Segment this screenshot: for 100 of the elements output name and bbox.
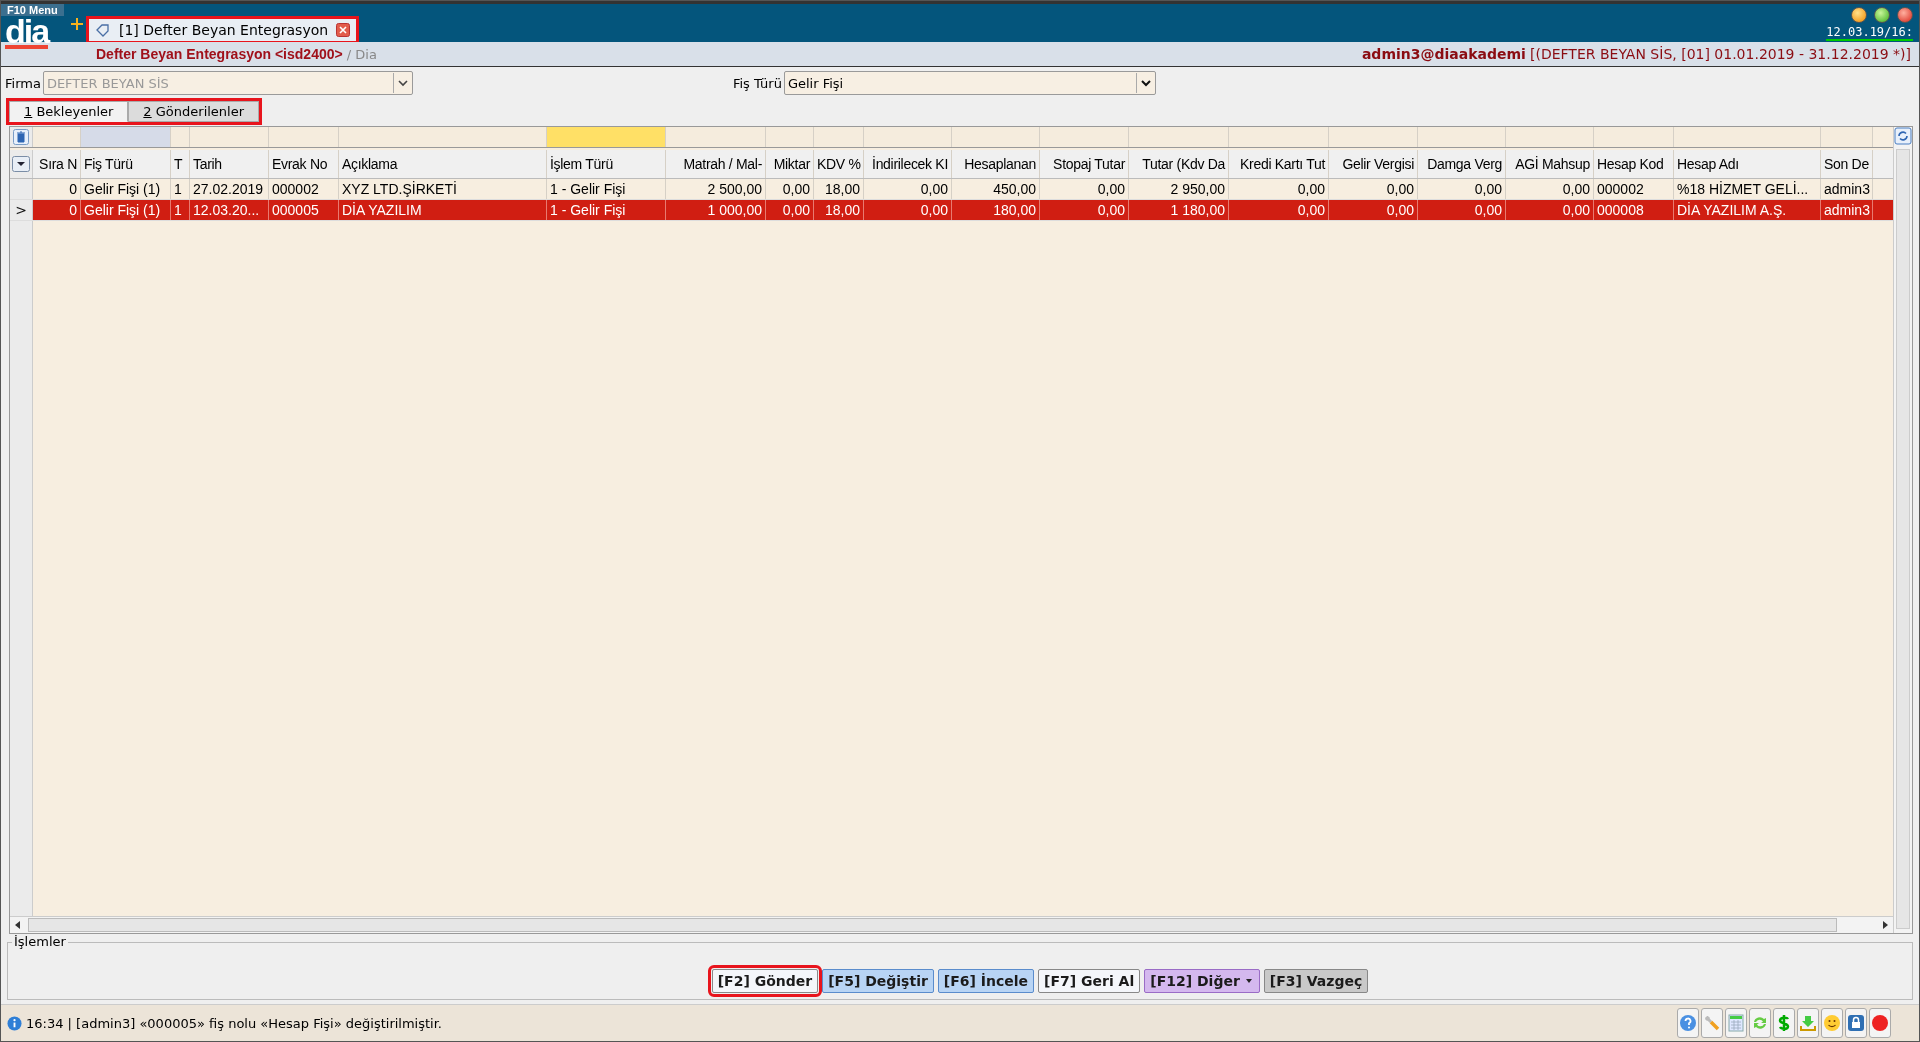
fis-turu-dropdown[interactable]: Gelir Fişi bbox=[783, 71, 1156, 95]
column-header[interactable]: Gelir Vergisi bbox=[1329, 150, 1418, 178]
column-header[interactable]: Hesaplanan bbox=[952, 150, 1040, 178]
wrench-icon[interactable] bbox=[1701, 1008, 1723, 1038]
table-cell: 450,00 bbox=[952, 179, 1040, 199]
table-cell: 0,00 bbox=[1329, 179, 1418, 199]
table-cell: 0 bbox=[33, 200, 81, 220]
refresh-icon[interactable] bbox=[1894, 127, 1912, 145]
table-cell: 180,00 bbox=[952, 200, 1040, 220]
plus-icon[interactable] bbox=[71, 18, 83, 30]
column-header[interactable]: KDV % bbox=[814, 150, 864, 178]
table-cell: 000005 bbox=[269, 200, 339, 220]
table-cell: 0,00 bbox=[1329, 200, 1418, 220]
column-header[interactable]: Hesap Kod bbox=[1594, 150, 1674, 178]
table-cell: admin3 bbox=[1821, 200, 1873, 220]
sync-icon[interactable] bbox=[1749, 1008, 1771, 1038]
table-cell: 1 - Gelir Fişi bbox=[547, 179, 666, 199]
lock-icon[interactable] bbox=[1845, 1008, 1867, 1038]
column-header[interactable]: T bbox=[171, 150, 190, 178]
tab[interactable]: 2 Gönderilenler bbox=[128, 101, 260, 122]
horizontal-scrollbar[interactable] bbox=[10, 916, 1893, 933]
user-name: admin3@diaakademi bbox=[1361, 46, 1526, 62]
column-header[interactable]: AGİ Mahsup bbox=[1506, 150, 1594, 178]
table-cell: 1 000,00 bbox=[666, 200, 766, 220]
table-cell: 18,00 bbox=[814, 200, 864, 220]
table-cell: 0,00 bbox=[1229, 179, 1329, 199]
action-button[interactable]: [F12] Diğer bbox=[1144, 969, 1260, 993]
menu-tab[interactable]: F10 Menu bbox=[1, 4, 64, 16]
column-header[interactable]: Miktar bbox=[766, 150, 814, 178]
action-button[interactable]: [F5] Değiştir bbox=[822, 969, 934, 993]
stop-icon[interactable] bbox=[1869, 1008, 1891, 1038]
dollar-icon[interactable] bbox=[1773, 1008, 1795, 1038]
column-header[interactable]: Damga Verg bbox=[1418, 150, 1506, 178]
filter-cell[interactable] bbox=[81, 127, 171, 147]
table-cell: 000002 bbox=[269, 179, 339, 199]
column-header[interactable]: Tarih bbox=[190, 150, 269, 178]
table-cell: 0,00 bbox=[766, 179, 814, 199]
smiley-icon[interactable] bbox=[1821, 1008, 1843, 1038]
column-header[interactable]: Evrak No bbox=[269, 150, 339, 178]
dropdown-icon[interactable] bbox=[12, 156, 30, 172]
table-cell: 0 bbox=[33, 179, 81, 199]
document-tab[interactable]: [1] Defter Beyan Entegrasyon bbox=[89, 19, 357, 41]
help-icon[interactable] bbox=[1677, 1008, 1699, 1038]
current-row-marker: > bbox=[15, 202, 27, 218]
scroll-left-icon[interactable] bbox=[13, 920, 23, 930]
column-header[interactable]: Kredi Kartı Tut bbox=[1229, 150, 1329, 178]
table-cell: DİA YAZILIM bbox=[339, 200, 547, 220]
action-button[interactable]: [F7] Geri Al bbox=[1038, 969, 1141, 993]
scroll-right-icon[interactable] bbox=[1880, 920, 1890, 930]
download-icon[interactable] bbox=[1797, 1008, 1819, 1038]
table-cell: 0,00 bbox=[1418, 179, 1506, 199]
table-cell: 12.03.20... bbox=[190, 200, 269, 220]
action-button[interactable]: [F3] Vazgeç bbox=[1263, 969, 1369, 993]
table-cell: 0,00 bbox=[766, 200, 814, 220]
table-cell: 2 500,00 bbox=[666, 179, 766, 199]
vertical-scrollbar[interactable] bbox=[1893, 127, 1912, 933]
calculator-icon[interactable] bbox=[1725, 1008, 1747, 1038]
column-header[interactable]: Matrah / Mal- bbox=[666, 150, 766, 178]
table-cell: 1 bbox=[171, 179, 190, 199]
page-title: Defter Beyan Entegrasyon <isd2400> bbox=[96, 46, 343, 62]
table-cell: 0,00 bbox=[1418, 200, 1506, 220]
table-cell: 0,00 bbox=[1040, 200, 1129, 220]
column-header[interactable]: Son De bbox=[1821, 150, 1873, 178]
column-header[interactable]: Tutar (Kdv Da bbox=[1129, 150, 1229, 178]
column-header[interactable]: Açıklama bbox=[339, 150, 547, 178]
table-row[interactable]: > 0 Gelir Fişi (1) 1 12.03.20... 000005 DİA YAZILIM 1 - Gelir Fişi 1 000,00 0,00 18,00 0,00 180,00 0,00 1 180,00 0,00 0,00 0,00 0,00 000008 DİA YAZILIM A.Ş. admin3 bbox=[10, 200, 1893, 221]
table-cell: Gelir Fişi (1) bbox=[81, 179, 171, 199]
column-header[interactable]: Sıra N bbox=[33, 150, 81, 178]
table-cell: 000002 bbox=[1594, 179, 1674, 199]
column-header[interactable]: Fiş Türü bbox=[81, 150, 171, 178]
table-cell: 0,00 bbox=[1040, 179, 1129, 199]
row-header[interactable] bbox=[10, 179, 33, 199]
tab[interactable]: 1 Bekleyenler bbox=[9, 101, 129, 122]
table-cell: 0,00 bbox=[864, 200, 952, 220]
filter-cell[interactable] bbox=[547, 127, 666, 147]
table-cell: 27.02.2019 bbox=[190, 179, 269, 199]
group-title: İşlemler bbox=[12, 934, 68, 949]
table-cell: 0,00 bbox=[1506, 200, 1594, 220]
action-button[interactable]: [F6] İncele bbox=[937, 969, 1035, 993]
table-cell: 0,00 bbox=[1229, 200, 1329, 220]
table-cell: 1 bbox=[171, 200, 190, 220]
maximize-icon[interactable] bbox=[1874, 7, 1890, 23]
minimize-icon[interactable] bbox=[1851, 7, 1867, 23]
column-header[interactable]: İşlem Türü bbox=[547, 150, 666, 178]
tab-title: [1] Defter Beyan Entegrasyon bbox=[119, 22, 329, 38]
row-header[interactable]: > bbox=[10, 200, 33, 220]
table-cell: 1 - Gelir Fişi bbox=[547, 200, 666, 220]
column-header[interactable]: Stopaj Tutar bbox=[1040, 150, 1129, 178]
breadcrumb: / Dia bbox=[346, 47, 377, 62]
table-cell: admin3 bbox=[1821, 179, 1873, 199]
close-icon[interactable] bbox=[1897, 7, 1913, 23]
table-cell: 0,00 bbox=[1506, 179, 1594, 199]
close-icon[interactable] bbox=[336, 23, 351, 37]
column-header[interactable]: Hesap Adı bbox=[1674, 150, 1821, 178]
column-header[interactable]: İndirilecek KI bbox=[864, 150, 952, 178]
table-row[interactable]: 0 Gelir Fişi (1) 1 27.02.2019 000002 XYZ LTD.ŞİRKETİ 1 - Gelir Fişi 2 500,00 0,00 18,00 0,00 450,00 0,00 2 950,00 0,00 0,00 0,00 0,00 000002 %18 HİZMET GELİ... admin3 bbox=[10, 179, 1893, 200]
table-cell: XYZ LTD.ŞİRKETİ bbox=[339, 179, 547, 199]
table-cell: 1 180,00 bbox=[1129, 200, 1229, 220]
table-cell: DİA YAZILIM A.Ş. bbox=[1674, 200, 1821, 220]
firma-label: Firma bbox=[5, 75, 41, 91]
